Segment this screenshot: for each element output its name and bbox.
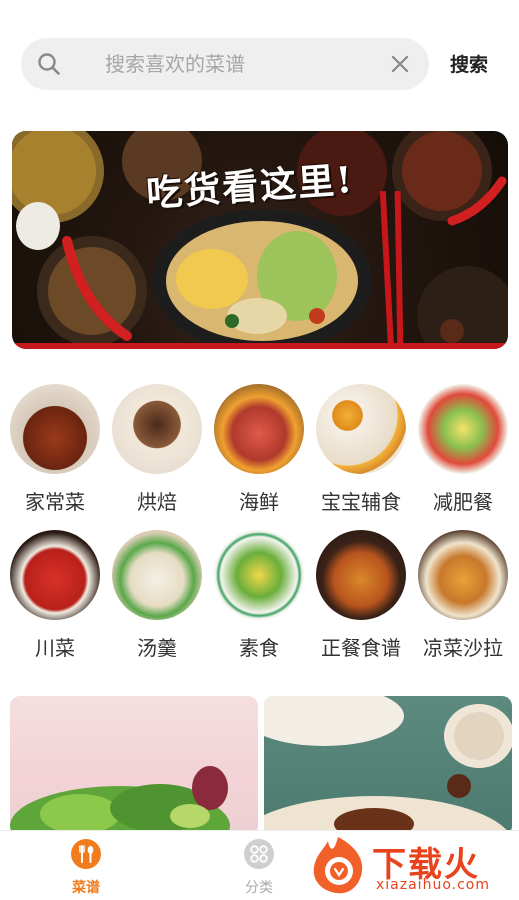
nav-item-categories[interactable]: 分类 — [229, 839, 289, 897]
category-image — [214, 384, 304, 474]
category-home-cooking[interactable]: 家常菜 — [5, 384, 105, 515]
clear-icon[interactable] — [389, 53, 411, 75]
watermark-logo-icon — [313, 837, 363, 894]
recipe-card[interactable] — [10, 696, 258, 836]
category-image — [112, 530, 202, 620]
search-input[interactable] — [105, 51, 365, 77]
category-image — [418, 530, 508, 620]
category-baking[interactable]: 烘焙 — [107, 384, 207, 515]
search-icon — [38, 53, 60, 75]
category-image — [10, 530, 100, 620]
category-sichuan[interactable]: 川菜 — [5, 530, 105, 661]
recipe-card-image — [10, 766, 230, 836]
category-image — [112, 384, 202, 474]
category-label: 川菜 — [35, 636, 75, 660]
grid-circles-icon — [244, 839, 274, 869]
category-seafood[interactable]: 海鲜 — [209, 384, 309, 515]
nav-item-recipes[interactable]: 菜谱 — [56, 839, 116, 897]
watermark: 下载火 xiazaihuo.com — [306, 833, 518, 897]
category-diet-meal[interactable]: 减肥餐 — [413, 384, 513, 515]
category-label: 家常菜 — [25, 490, 85, 514]
recipe-home-screen: 搜索喜欢的菜谱 搜索 吃货看这里! 家常菜 烘焙 海鲜 宝宝辅食 减肥餐 川菜 … — [0, 0, 519, 900]
category-vegetarian[interactable]: 素食 — [209, 530, 309, 661]
category-label: 海鲜 — [239, 490, 279, 514]
category-label: 烘焙 — [137, 490, 177, 514]
category-label: 减肥餐 — [433, 490, 493, 514]
category-image — [418, 384, 508, 474]
category-label: 素食 — [239, 636, 279, 660]
category-image — [316, 384, 406, 474]
recipe-card[interactable] — [264, 696, 512, 836]
category-main-meal[interactable]: 正餐食谱 — [311, 530, 411, 661]
banner-bottom-strip — [12, 343, 508, 349]
category-label: 汤羹 — [137, 636, 177, 660]
category-label: 宝宝辅食 — [321, 490, 401, 514]
category-label: 凉菜沙拉 — [423, 636, 503, 660]
recipe-card-image — [264, 696, 512, 836]
category-cold-dish-salad[interactable]: 凉菜沙拉 — [413, 530, 513, 661]
search-button[interactable]: 搜索 — [450, 50, 488, 77]
category-baby-food[interactable]: 宝宝辅食 — [311, 384, 411, 515]
category-image — [214, 530, 304, 620]
category-image — [316, 530, 406, 620]
nav-label: 分类 — [245, 880, 273, 896]
search-box[interactable] — [21, 38, 429, 90]
fork-spoon-icon — [71, 839, 101, 869]
nav-label: 菜谱 — [72, 880, 100, 896]
category-label: 正餐食谱 — [321, 636, 401, 660]
search-row: 搜索 — [21, 38, 501, 90]
category-soup[interactable]: 汤羹 — [107, 530, 207, 661]
watermark-url: xiazaihuo.com — [376, 877, 490, 893]
category-image — [10, 384, 100, 474]
